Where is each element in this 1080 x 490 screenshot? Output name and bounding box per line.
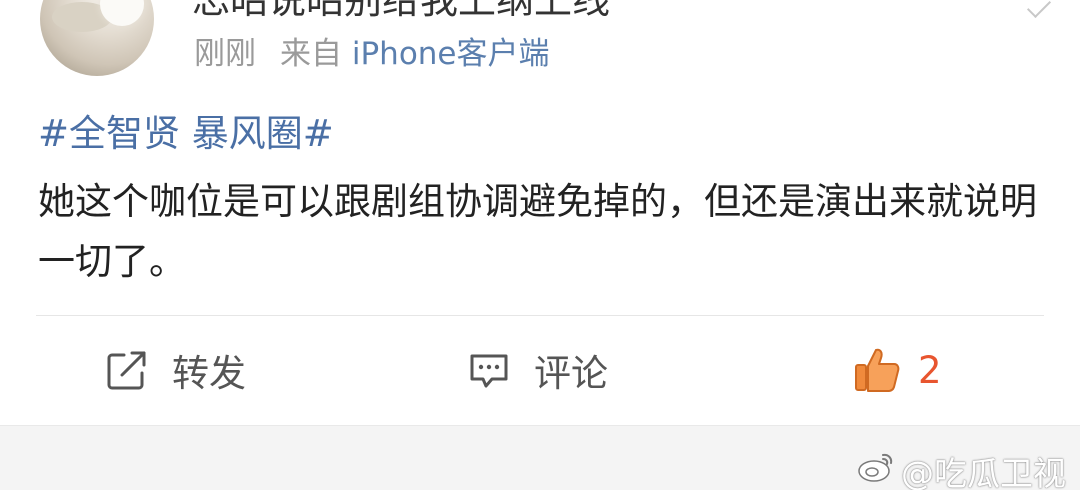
post-content: 她这个咖位是可以跟剧组协调避免掉的，但还是演出来就说明一切了。 — [38, 180, 1037, 283]
like-count: 2 — [918, 348, 942, 392]
post-meta: 刚刚 来自 iPhone客户端 — [194, 34, 550, 74]
source-prefix: 来自 — [280, 36, 342, 72]
watermark: @吃瓜卫视 — [857, 447, 1066, 490]
topic-hashtag-link[interactable]: #全智贤 暴风圈# — [38, 110, 334, 158]
like-button[interactable]: 2 — [852, 342, 942, 398]
username[interactable]: 忘昭说昭别给我上纲上线 — [192, 0, 610, 22]
chevron-down-icon[interactable] — [1026, 0, 1052, 19]
avatar[interactable] — [40, 0, 154, 76]
divider — [36, 315, 1044, 316]
weibo-post-card: 忘昭说昭别给我上纲上线 刚刚 来自 iPhone客户端 #全智贤 暴风圈# 她这个… — [0, 0, 1080, 490]
post-time: 刚刚 — [194, 36, 256, 72]
comment-icon — [466, 347, 512, 393]
weibo-logo-icon — [857, 451, 895, 490]
watermark-text: @吃瓜卫视 — [901, 454, 1066, 490]
thumbs-up-icon — [852, 345, 902, 395]
source-client-link[interactable]: iPhone客户端 — [352, 36, 550, 72]
repost-label: 转发 — [172, 352, 246, 395]
comment-button[interactable]: 评论 — [466, 342, 608, 398]
repost-button[interactable]: 转发 — [104, 342, 246, 398]
comment-label: 评论 — [534, 352, 608, 395]
repost-icon — [104, 347, 150, 393]
